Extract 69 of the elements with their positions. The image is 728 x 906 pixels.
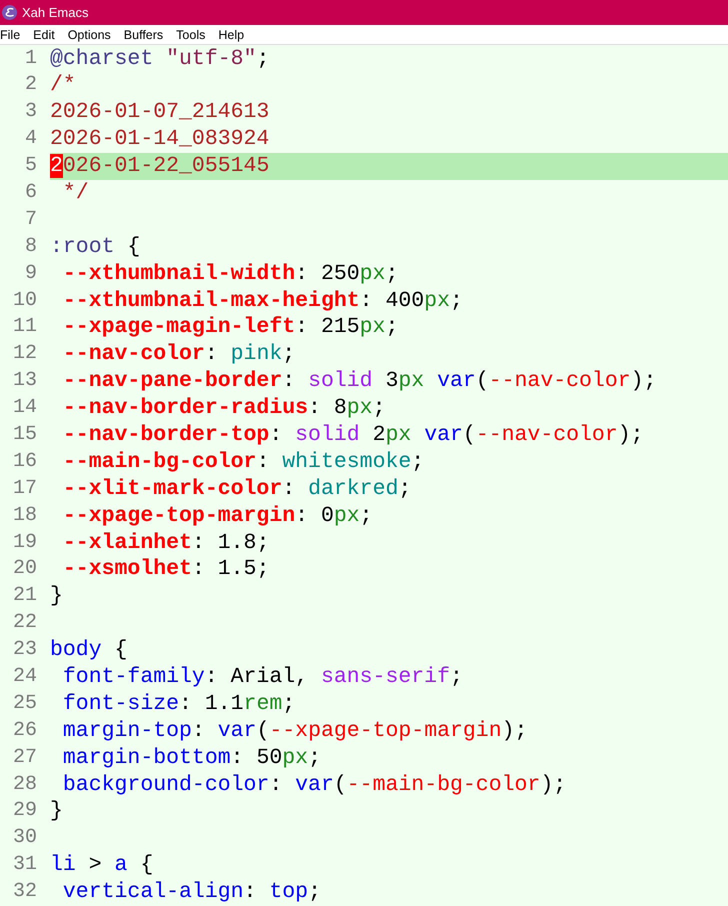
line-number: 15 (12, 422, 37, 448)
line-number: 4 (24, 126, 37, 152)
menu-item[interactable]: Help (218, 26, 244, 42)
line-number: 5 (24, 153, 37, 180)
line-number: 25 (12, 690, 37, 717)
code-line: --xpage-magin-left: 215px; (62, 314, 398, 342)
menu-item[interactable]: Options (68, 26, 111, 42)
code-line: vertical-align: top; (62, 879, 321, 906)
line-number: 10 (12, 288, 37, 314)
code-line: :root { (50, 234, 140, 261)
menu-item[interactable]: Edit (33, 26, 55, 42)
code-line: font-size: 1.1rem; (62, 690, 296, 718)
code-line: margin-top: var(--xpage-top-margin); (62, 718, 528, 745)
code-line: --xlit-mark-color: darkred; (62, 476, 412, 503)
line-number: 29 (12, 798, 37, 824)
app-logo-icon (2, 5, 17, 20)
code-line: font-family: Arial, sans-serif; (62, 664, 463, 691)
line-number: 1 (24, 46, 37, 72)
line-number: 3 (24, 99, 37, 126)
code-line: } (50, 798, 63, 826)
code-line: } (50, 583, 63, 610)
code-line: --xpage-top-margin: 0px; (62, 502, 373, 530)
code-line: --xsmolhet: 1.5; (62, 556, 270, 584)
menu-item[interactable]: Tools (176, 26, 206, 42)
code-line: --nav-pane-border: solid 3px var(--nav-color); (62, 368, 656, 396)
line-number: 18 (12, 502, 37, 529)
line-number: 16 (12, 448, 37, 475)
window-title: Xah Emacs (22, 5, 88, 20)
code-line: --main-bg-color: whitesmoke; (62, 448, 424, 476)
line-number: 31 (12, 852, 37, 878)
line-number: 32 (12, 879, 37, 906)
menu-item[interactable]: File (0, 26, 20, 42)
code-line: --xlainhet: 1.8; (62, 530, 270, 556)
line-number: 11 (12, 314, 37, 340)
code-line: --xthumbnail-width: 250px; (62, 260, 398, 288)
line-number: 2 (24, 72, 37, 98)
code-line: body { (50, 637, 128, 664)
code-line: 2026-01-07_214613 (50, 99, 270, 126)
line-number: 21 (12, 583, 37, 610)
line-number: 30 (12, 825, 37, 852)
code-line: --xthumbnail-max-height: 400px; (62, 288, 463, 314)
line-number: 20 (12, 556, 37, 582)
code-line: margin-bottom: 50px; (62, 744, 321, 772)
line-number: 14 (12, 395, 37, 422)
line-number: 19 (12, 530, 37, 556)
line-number: 8 (24, 234, 37, 260)
code-line: --nav-border-top: solid 2px var(--nav-color); (62, 422, 644, 449)
code-line: 2026-01-14_083924 (50, 126, 270, 154)
code-line: 2026-01-22_055145 (50, 153, 270, 180)
line-number: 9 (24, 260, 37, 287)
code-line: @charset "utf-8"; (50, 46, 270, 72)
line-number: 24 (12, 664, 37, 690)
line-number: 12 (12, 341, 37, 368)
line-number: 27 (12, 744, 37, 771)
line-number: 7 (24, 206, 37, 233)
line-number: 23 (12, 637, 37, 664)
code-line: li > a { (50, 852, 154, 880)
line-number: 28 (12, 772, 37, 798)
line-number: 22 (12, 610, 37, 636)
code-line: background-color: var(--main-bg-color); (62, 772, 566, 798)
code-line: --nav-border-radius: 8px; (62, 395, 386, 422)
menu-item[interactable]: Buffers (124, 26, 164, 42)
line-number: 6 (24, 180, 37, 206)
line-number: 26 (12, 718, 37, 744)
code-line: --nav-color: pink; (62, 341, 296, 368)
line-number: 13 (12, 368, 37, 394)
code-line: */ (62, 180, 89, 207)
code-line: /* (50, 72, 76, 100)
line-number: 17 (12, 476, 37, 502)
